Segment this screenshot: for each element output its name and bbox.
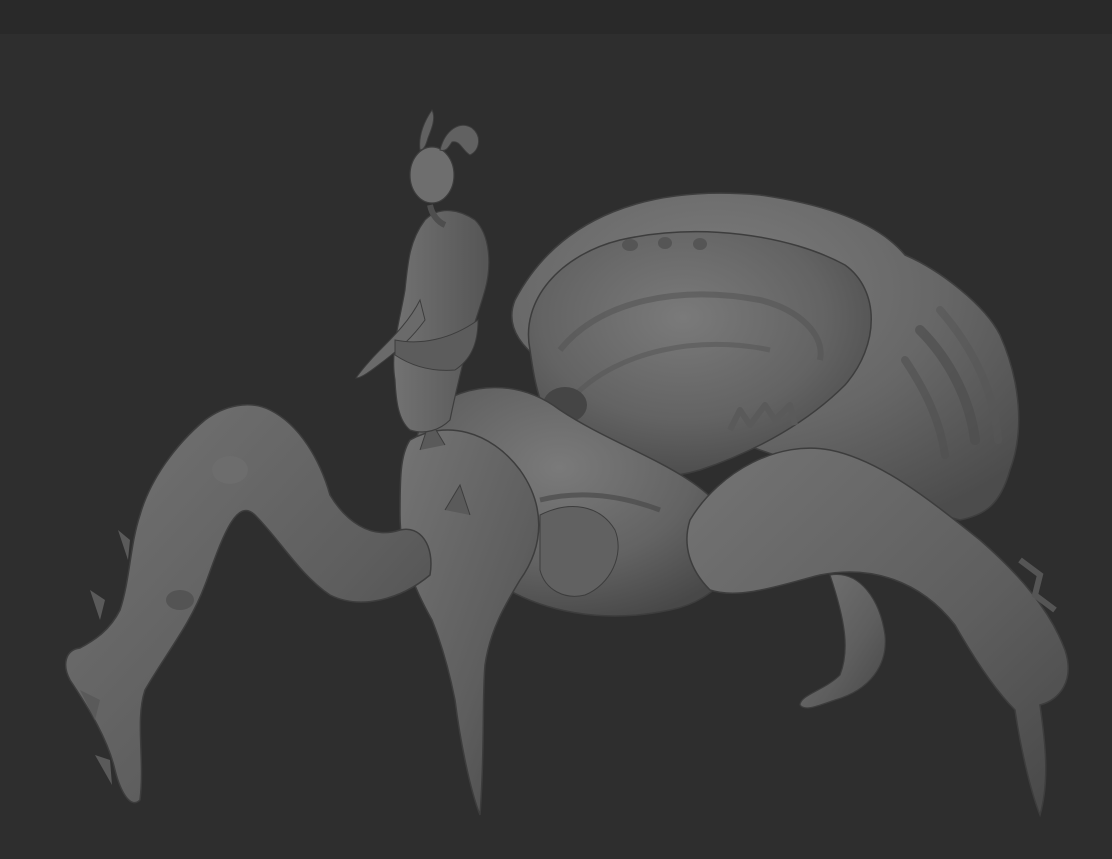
3d-viewport[interactable] [0, 34, 1112, 859]
top-toolbar [0, 0, 1112, 34]
creature-leg-left [64, 404, 432, 804]
sculpt-application [0, 0, 1112, 859]
creature-leg-rear-right [799, 573, 886, 709]
sculpt-model [64, 109, 1069, 818]
rider-figure [355, 109, 490, 433]
